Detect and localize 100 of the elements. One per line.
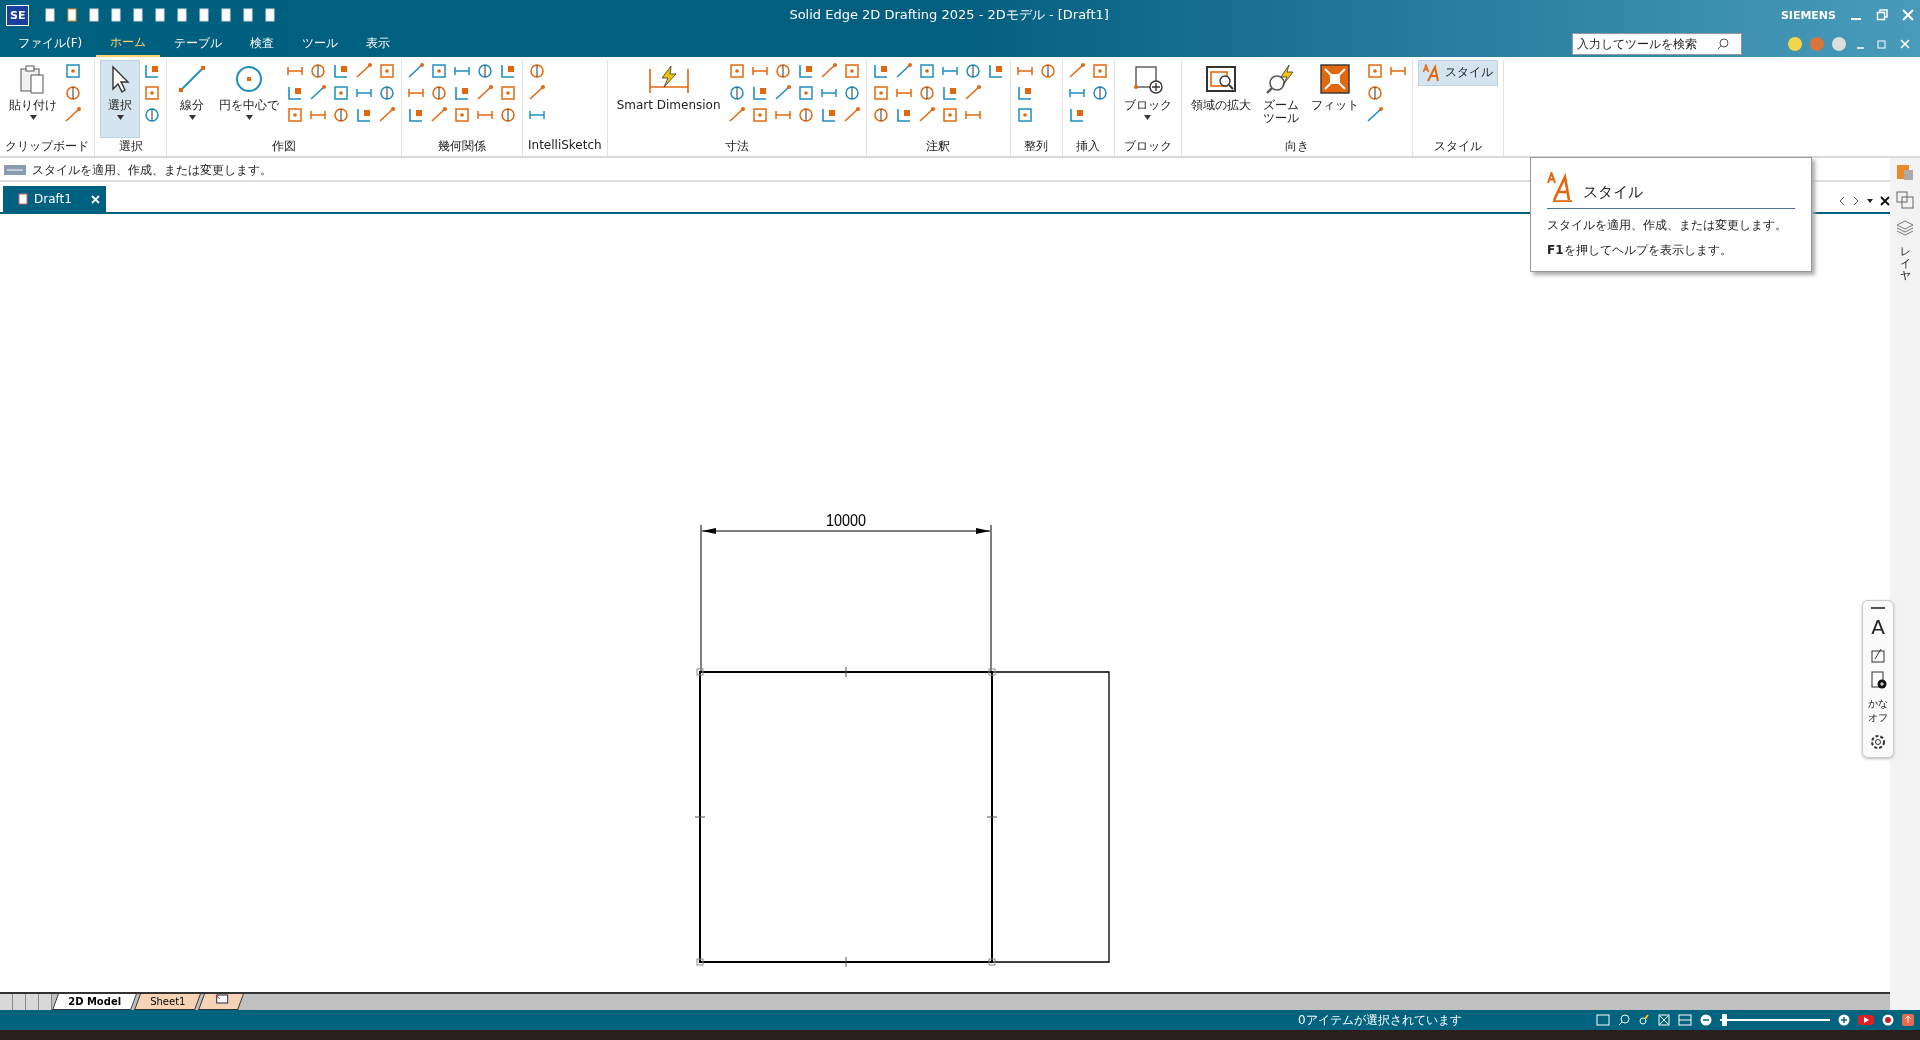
layers-tab-label[interactable]: レイヤ: [1899, 246, 1911, 283]
close-icon[interactable]: [1880, 196, 1890, 206]
tool-icon[interactable]: [476, 84, 494, 102]
tool-icon[interactable]: [64, 62, 82, 80]
tool-icon[interactable]: [332, 106, 350, 124]
menu-tab[interactable]: 表示: [352, 31, 405, 56]
tool-icon[interactable]: [940, 84, 959, 102]
tool-icon[interactable]: [963, 62, 982, 80]
tool-icon[interactable]: [378, 62, 396, 80]
ribbon-button[interactable]: ズームツール: [1257, 60, 1304, 138]
tool-icon[interactable]: [917, 62, 936, 80]
vertex-handle[interactable]: [696, 958, 704, 966]
zoom-in-icon[interactable]: [1838, 1014, 1850, 1026]
tool-icon[interactable]: [407, 62, 425, 80]
tool-icon[interactable]: [819, 62, 838, 80]
ribbon-button[interactable]: 円を中心で: [215, 60, 283, 138]
tool-icon[interactable]: [963, 84, 982, 102]
document-icon[interactable]: [65, 8, 80, 22]
tool-icon[interactable]: [309, 62, 327, 80]
tool-icon[interactable]: [917, 84, 936, 102]
tool-icon[interactable]: [940, 106, 959, 124]
tool-icon[interactable]: [871, 62, 890, 80]
pan-icon[interactable]: [1678, 1014, 1692, 1026]
tool-icon[interactable]: [842, 62, 861, 80]
tool-icon[interactable]: [727, 84, 746, 102]
tool-icon[interactable]: [796, 62, 815, 80]
menu-tab[interactable]: ツール: [288, 31, 353, 56]
sheet-nav-button[interactable]: [39, 994, 52, 1010]
document-icon[interactable]: [241, 8, 256, 22]
input-mode-button[interactable]: かなオフ: [1868, 697, 1888, 725]
smiley-icon[interactable]: [1788, 36, 1802, 51]
tool-icon[interactable]: [355, 106, 373, 124]
tool-icon[interactable]: [286, 84, 304, 102]
tool-icon[interactable]: [499, 84, 517, 102]
ribbon-button[interactable]: 貼り付け: [5, 60, 61, 138]
tool-icon[interactable]: [286, 106, 304, 124]
menu-tab[interactable]: 検査: [236, 31, 289, 56]
sheet-nav-button[interactable]: [0, 994, 13, 1010]
collapse-handle[interactable]: [1871, 607, 1885, 609]
zoom-area-icon[interactable]: [1596, 1014, 1610, 1026]
sheet-tab[interactable]: Sheet1: [134, 994, 202, 1010]
new-sheet-tab[interactable]: [198, 994, 245, 1010]
tool-icon[interactable]: [430, 84, 448, 102]
tool-icon[interactable]: [332, 62, 350, 80]
tool-icon[interactable]: [378, 84, 396, 102]
document-icon[interactable]: [219, 8, 234, 22]
tool-icon[interactable]: [727, 62, 746, 80]
tool-icon[interactable]: [1365, 106, 1384, 124]
dimension-text[interactable]: 10000: [825, 510, 867, 530]
tool-icon[interactable]: [143, 106, 161, 124]
tool-icon[interactable]: [1038, 62, 1057, 80]
menu-tab[interactable]: テーブル: [160, 31, 237, 56]
tool-icon[interactable]: [332, 84, 350, 102]
dictionary-add-icon[interactable]: [1869, 671, 1887, 689]
document-icon[interactable]: [109, 8, 124, 22]
tool-icon[interactable]: [727, 106, 746, 124]
tool-icon[interactable]: [1067, 62, 1086, 80]
vertex-handle[interactable]: [988, 668, 996, 676]
next-icon[interactable]: [1852, 196, 1860, 206]
tool-icon[interactable]: [773, 62, 792, 80]
tool-icon[interactable]: [842, 84, 861, 102]
tool-icon[interactable]: [894, 62, 913, 80]
tool-icon[interactable]: [819, 106, 838, 124]
tool-icon[interactable]: [453, 84, 471, 102]
tool-icon[interactable]: [528, 62, 546, 80]
sheet-nav-button[interactable]: [26, 994, 39, 1010]
new-sheet-icon[interactable]: [214, 994, 229, 1004]
tool-icon[interactable]: [407, 106, 425, 124]
tool-icon[interactable]: [750, 84, 769, 102]
document-icon[interactable]: [87, 8, 102, 22]
document-tab[interactable]: Draft1: [3, 186, 106, 212]
vertex-handle[interactable]: [696, 668, 704, 676]
tool-icon[interactable]: [309, 84, 327, 102]
tool-icon[interactable]: [499, 106, 517, 124]
tool-icon[interactable]: [773, 84, 792, 102]
search-field[interactable]: 入力してツールを検索: [1572, 32, 1742, 55]
tool-icon[interactable]: [430, 62, 448, 80]
tool-icon[interactable]: [796, 84, 815, 102]
ribbon-button[interactable]: ブロック: [1119, 60, 1176, 138]
tool-icon[interactable]: [476, 62, 494, 80]
tool-icon[interactable]: [1090, 84, 1109, 102]
tool-icon[interactable]: [750, 106, 769, 124]
vertex-handle[interactable]: [988, 958, 996, 966]
parts-library-icon[interactable]: [1895, 162, 1915, 182]
document-icon[interactable]: [131, 8, 146, 22]
magnifier-icon[interactable]: [1638, 1014, 1650, 1026]
ribbon-button[interactable]: フィット: [1306, 60, 1363, 138]
record-icon[interactable]: [1882, 1014, 1894, 1026]
zoom-icon[interactable]: [1618, 1014, 1630, 1026]
help-icon[interactable]: [1832, 36, 1846, 51]
menu-tab[interactable]: ファイル(F): [4, 31, 97, 56]
ribbon-button[interactable]: 線分: [172, 60, 212, 138]
sheet-nav-button[interactable]: [13, 994, 26, 1010]
tool-icon[interactable]: [894, 106, 913, 124]
tool-icon[interactable]: [796, 106, 815, 124]
tool-icon[interactable]: [378, 106, 396, 124]
ribbon-button[interactable]: Smart Dimension: [612, 60, 725, 138]
tool-icon[interactable]: [1015, 84, 1034, 102]
previous-icon[interactable]: [1838, 196, 1846, 206]
tool-icon[interactable]: [143, 62, 161, 80]
